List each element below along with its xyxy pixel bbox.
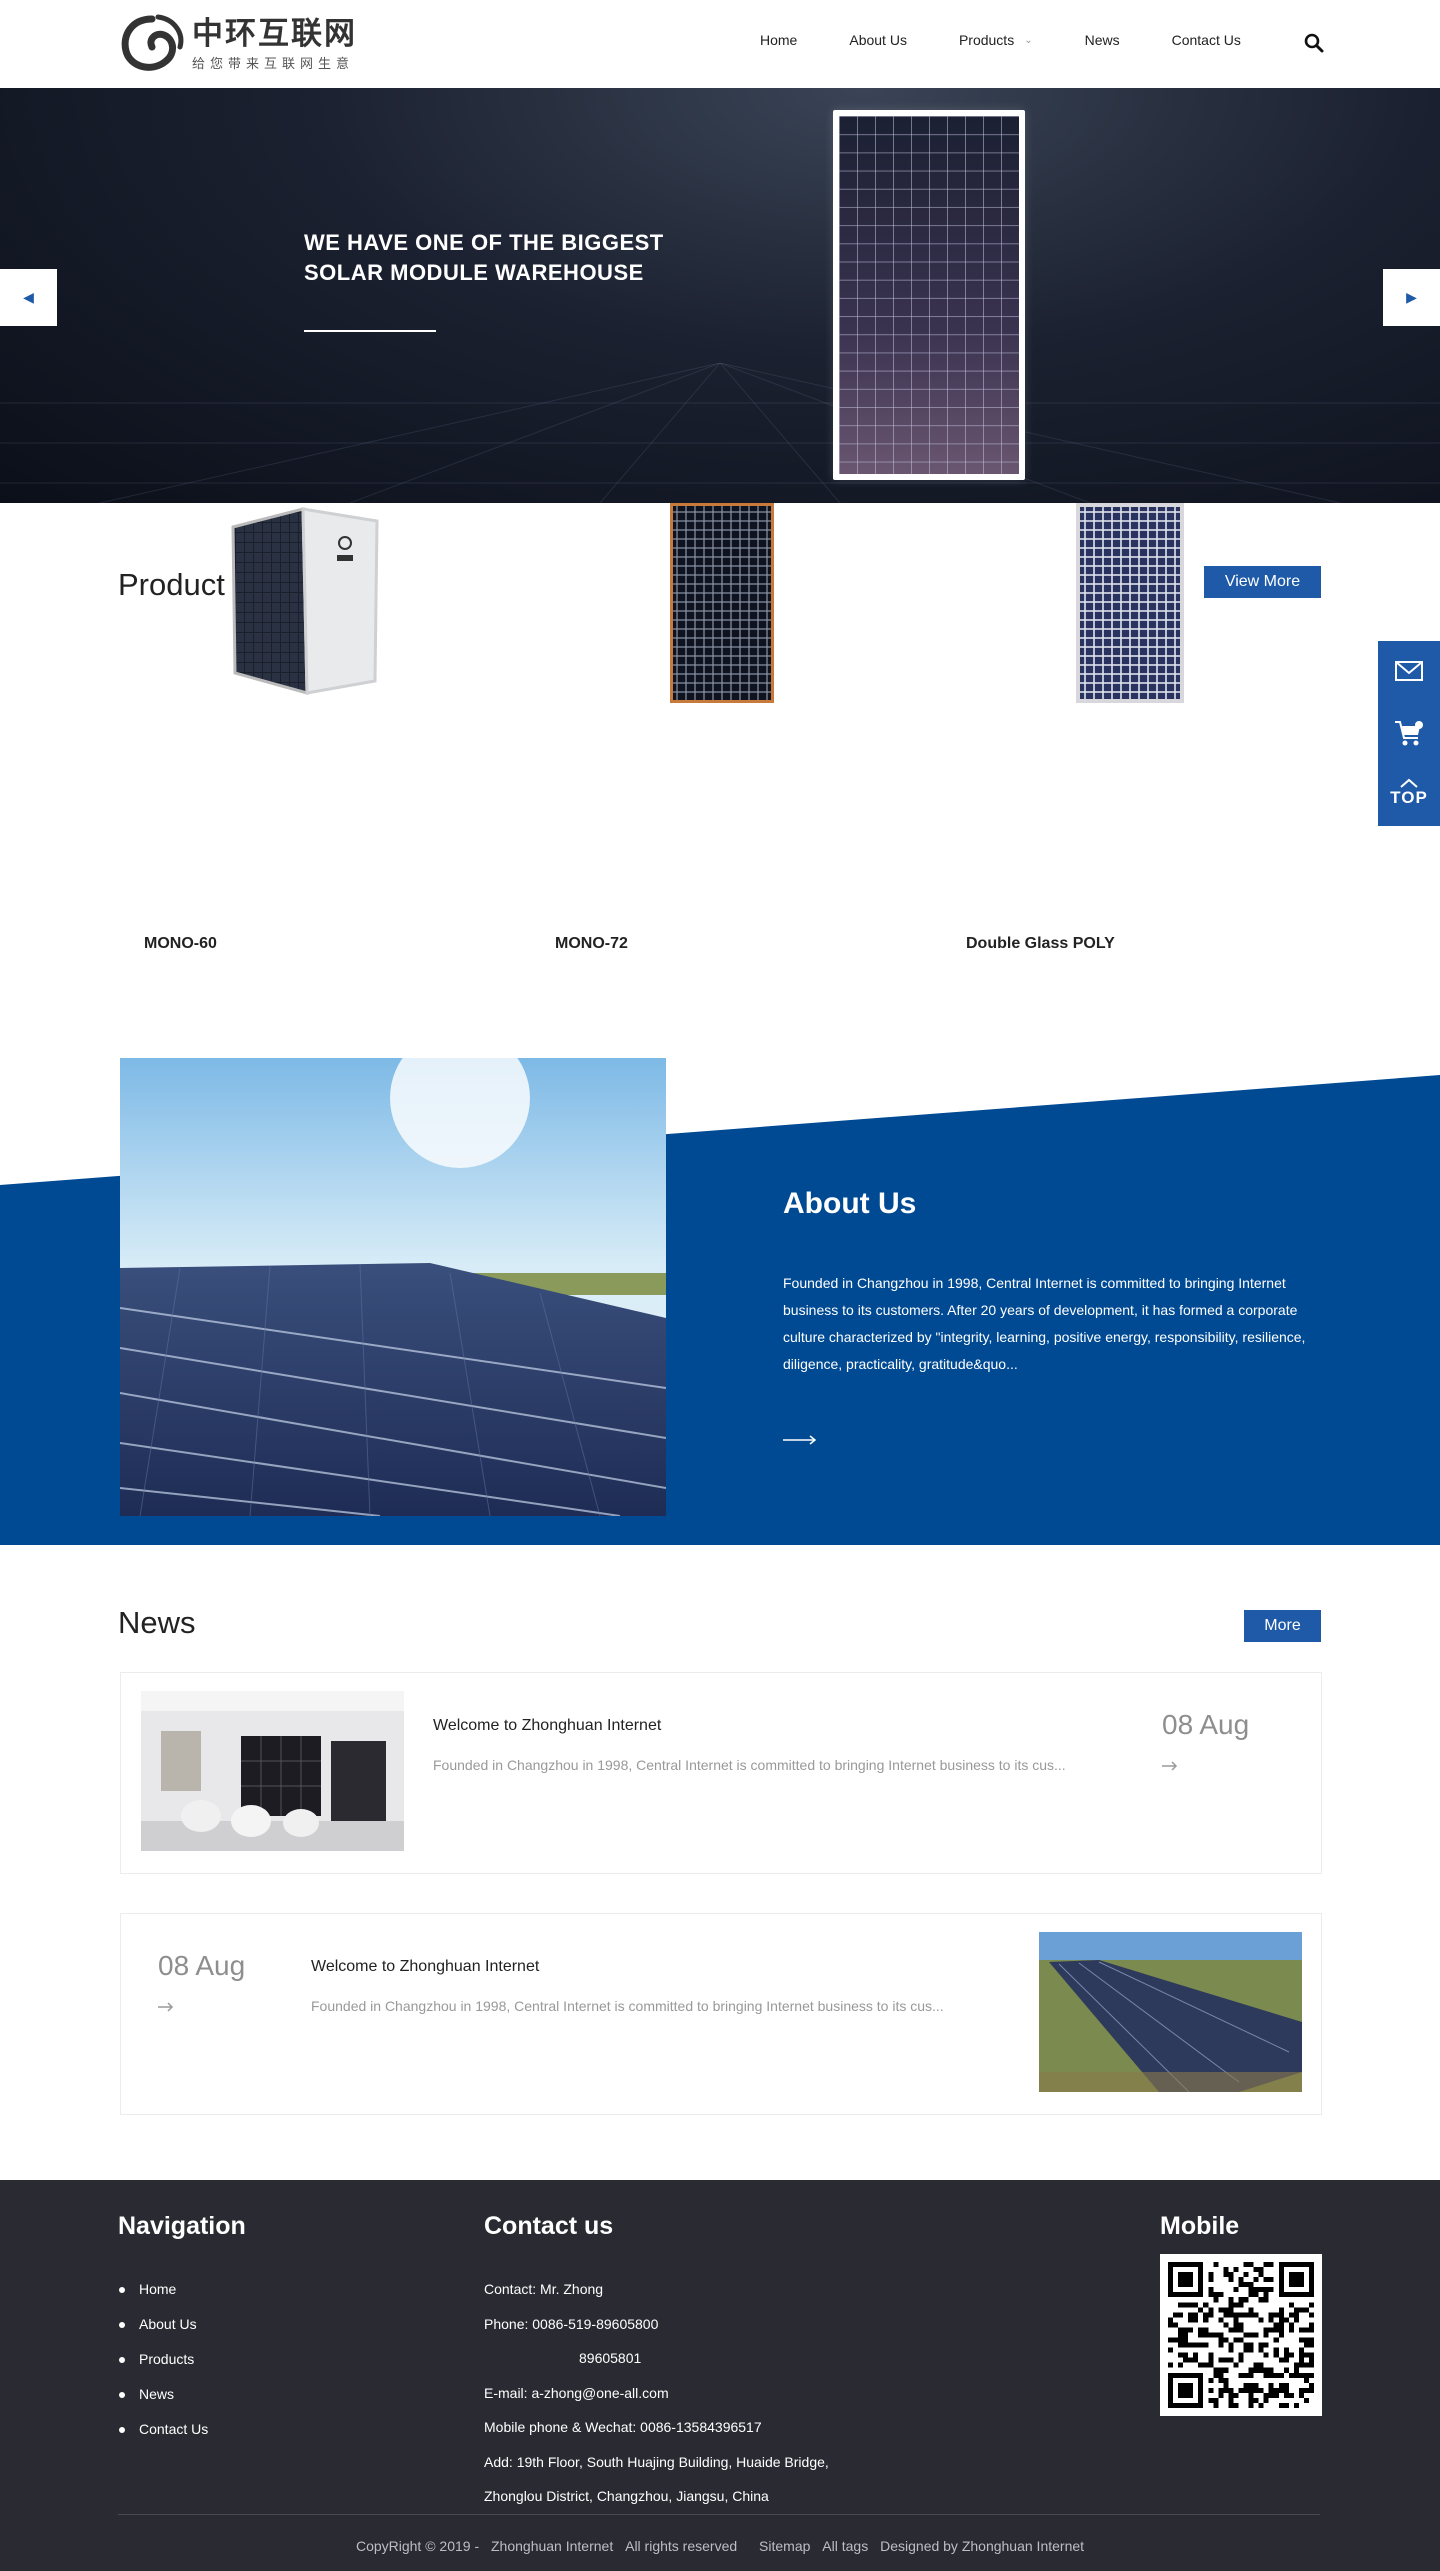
arrow-right-icon[interactable] xyxy=(1162,1761,1178,1771)
news-section: News More Welcome to Zhonghuan Internet … xyxy=(0,1545,1440,2180)
nav-contact-us[interactable]: Contact Us xyxy=(1172,32,1241,48)
contact-phone-alt: 89605801 xyxy=(579,2350,642,2366)
chevron-right-icon: ▶ xyxy=(1406,289,1417,305)
contact-phone: Phone: 0086-519-89605800 xyxy=(484,2315,659,2332)
news-item-title[interactable]: Welcome to Zhonghuan Internet xyxy=(433,1717,661,1735)
about-title: About Us xyxy=(783,1187,917,1220)
hero-banner: WE HAVE ONE OF THE BIGGEST SOLAR MODULE … xyxy=(0,88,1440,503)
footer-link-products[interactable]: Products xyxy=(118,2342,208,2377)
qr-code-icon xyxy=(1168,2262,1314,2408)
news-item[interactable]: 08 Aug Welcome to Zhonghuan Internet Fou… xyxy=(120,1913,1322,2115)
news-item-summary: Founded in Changzhou in 1998, Central In… xyxy=(311,1998,944,2014)
footer-link-home[interactable]: Home xyxy=(118,2272,208,2307)
contact-mobile: Mobile phone & Wechat: 0086-13584396517 xyxy=(484,2419,762,2435)
product-image-mono-60[interactable] xyxy=(227,503,387,703)
view-more-button[interactable]: View More xyxy=(1204,566,1321,598)
product-name-double-glass-poly[interactable]: Double Glass POLY xyxy=(966,935,1115,953)
about-solar-field-image xyxy=(120,1058,666,1516)
news-more-button[interactable]: More xyxy=(1244,1610,1321,1642)
carousel-prev-button[interactable]: ◀ xyxy=(0,269,57,326)
main-nav: Home About Us Products ⌄ News Contact Us xyxy=(760,32,1293,48)
designed-by-link[interactable]: Designed by Zhonghuan Internet xyxy=(880,2538,1084,2554)
shopping-cart-icon xyxy=(1395,721,1423,746)
all-tags-link[interactable]: All tags xyxy=(822,2538,868,2554)
banner-underline xyxy=(304,330,436,332)
news-item-title[interactable]: Welcome to Zhonghuan Internet xyxy=(311,1958,539,1976)
banner-solar-panel-image xyxy=(833,110,1025,480)
logo-slogan: 给您带来互联网生意 xyxy=(192,56,355,72)
footer-divider xyxy=(118,2514,1320,2515)
carousel-next-button[interactable]: ▶ xyxy=(1383,269,1440,326)
footer-link-news[interactable]: News xyxy=(118,2377,208,2412)
sidebar-email-button[interactable] xyxy=(1378,641,1440,701)
qr-code-image xyxy=(1160,2254,1322,2416)
news-item-summary: Founded in Changzhou in 1998, Central In… xyxy=(433,1757,1066,1773)
contact-address-line2: Zhonglou District, Changzhou, Jiangsu, C… xyxy=(484,2488,769,2504)
chevron-down-icon: ⌄ xyxy=(1024,34,1033,46)
about-read-more-arrow-icon[interactable] xyxy=(783,1435,817,1445)
news-item-date: 08 Aug xyxy=(1162,1709,1250,1740)
chevron-left-icon: ◀ xyxy=(23,289,34,305)
copyright-text: CopyRight © 2019 - xyxy=(355,2538,480,2554)
site-footer: Navigation Home About Us Products News C… xyxy=(0,2180,1440,2571)
contact-address-line1: Add: 19th Floor, South Huajing Building,… xyxy=(484,2453,829,2470)
banner-headline: WE HAVE ONE OF THE BIGGEST SOLAR MODULE … xyxy=(304,228,664,288)
banner-floor-lines xyxy=(0,363,1440,503)
product-center-section: Product Center View More MONO-60 MONO-72… xyxy=(0,503,1440,1023)
back-to-top-button[interactable]: TOP xyxy=(1378,763,1440,823)
footer-link-contact-us[interactable]: Contact Us xyxy=(118,2412,208,2447)
about-description: Founded in Changzhou in 1998, Central In… xyxy=(783,1275,1306,1372)
logo-name: 中环互联网 xyxy=(192,15,357,52)
envelope-icon xyxy=(1395,661,1423,681)
footer-contact-title: Contact us xyxy=(484,2212,614,2240)
logo-swirl-icon xyxy=(121,14,184,71)
nav-news[interactable]: News xyxy=(1085,32,1120,48)
sidebar-cart-button[interactable] xyxy=(1378,703,1440,763)
contact-person: Contact: Mr. Zhong xyxy=(484,2281,604,2297)
logo-text: 中环互联网 给您带来互联网生意 xyxy=(192,17,357,72)
news-item-date: 08 Aug xyxy=(158,1950,246,1981)
floating-sidebar: TOP xyxy=(1378,641,1440,826)
news-image-office[interactable] xyxy=(141,1691,404,1851)
sitemap-link[interactable]: Sitemap xyxy=(759,2538,810,2554)
product-name-mono-72[interactable]: MONO-72 xyxy=(555,935,628,953)
contact-email: E-mail: a-zhong@one-all.com xyxy=(484,2384,669,2401)
nav-about-us[interactable]: About Us xyxy=(849,32,907,48)
news-image-solar-farm[interactable] xyxy=(1039,1932,1302,2092)
news-item[interactable]: Welcome to Zhonghuan Internet Founded in… xyxy=(120,1672,1322,1874)
copyright-rights: All rights reserved xyxy=(625,2538,738,2554)
product-image-double-glass-poly[interactable] xyxy=(1076,503,1184,703)
footer-mobile-title: Mobile xyxy=(1160,2212,1240,2240)
search-icon[interactable] xyxy=(1304,33,1324,53)
nav-products-label: Products xyxy=(958,32,1015,48)
site-header: 中环互联网 给您带来互联网生意 Home About Us Products ⌄ … xyxy=(0,0,1440,88)
product-image-mono-72[interactable] xyxy=(668,503,776,703)
nav-products[interactable]: Products ⌄ xyxy=(959,32,1033,48)
site-logo[interactable]: 中环互联网 给您带来互联网生意 xyxy=(118,12,378,76)
footer-copyright-bar: CopyRight © 2019 - Zhonghuan Internet Al… xyxy=(0,2538,1440,2554)
footer-contact-info: Contact: Mr. Zhong Phone: 0086-519-89605… xyxy=(484,2272,829,2514)
back-to-top-label: TOP xyxy=(1390,788,1428,807)
chevron-up-icon xyxy=(1400,778,1418,788)
nav-home[interactable]: Home xyxy=(760,32,797,48)
footer-nav-list: Home About Us Products News Contact Us xyxy=(118,2272,208,2447)
copyright-company-link[interactable]: Zhonghuan Internet xyxy=(491,2538,613,2554)
footer-link-about-us[interactable]: About Us xyxy=(118,2307,208,2342)
banner-headline-line1: WE HAVE ONE OF THE BIGGEST xyxy=(304,230,664,255)
news-title: News xyxy=(118,1605,196,1640)
product-name-mono-60[interactable]: MONO-60 xyxy=(144,935,217,953)
about-section: About Us Founded in Changzhou in 1998, C… xyxy=(0,1023,1440,1545)
footer-navigation-title: Navigation xyxy=(118,2212,246,2240)
arrow-right-icon[interactable] xyxy=(158,2002,174,2012)
banner-headline-line2: SOLAR MODULE WAREHOUSE xyxy=(304,260,644,285)
